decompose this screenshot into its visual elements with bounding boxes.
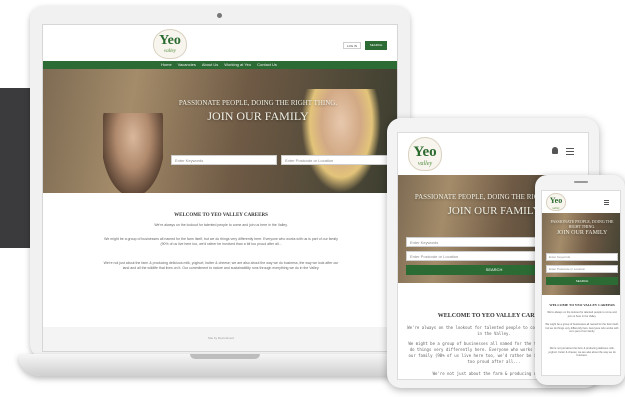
phone-welcome-title: WELCOME TO YEO VALLEY CAREERS [549,303,615,307]
nav-home[interactable]: Home [161,62,172,67]
hero-photo-person-left [103,113,163,193]
phone-location-input[interactable]: Enter Postcode or Location [546,265,618,273]
header-search-button[interactable]: SEARCH [365,41,387,50]
camera-dot [217,13,222,18]
tablet-logo-sub-text: valley [417,161,433,167]
phone-hero-heading: JOIN OUR FAMILY [556,230,608,236]
hero-banner: PASSIONATE PEOPLE, DOING THE RIGHT THING… [43,69,397,193]
tablet-yeo-logo[interactable]: Yeo valley [408,137,442,171]
hero-heading: JOIN OUR FAMILY [207,109,309,123]
hero-tagline: PASSIONATE PEOPLE, DOING THE RIGHT THING… [178,99,338,107]
location-input[interactable]: Enter Postcode or Location [281,155,389,165]
phone-keywords-input[interactable]: Enter Keywords [546,253,618,261]
phone-welcome-paragraph-2: We might be a group of businesses all na… [545,323,619,334]
footer-credit: Site by Recruitment [207,336,235,340]
phone-welcome-paragraph-3: We're not just about the farm & producin… [548,347,616,358]
phone-yeo-logo[interactable]: Yeo valley [546,193,566,211]
phone-menu-icon[interactable] [604,200,609,201]
main-nav: Home Vacancies About Us Working at Yeo C… [43,61,397,69]
laptop-screen: Yeo valley LOG IN SEARCH Home Vacancies … [42,24,398,352]
keywords-input[interactable]: Enter Keywords [171,155,277,165]
yeo-logo[interactable]: Yeo valley [153,29,187,59]
user-icon[interactable] [552,147,558,154]
welcome-paragraph-1: We're always on the lookout for talented… [154,223,288,227]
menu-icon[interactable] [566,148,574,149]
tablet-logo-main-text: Yeo [413,144,437,160]
phone-logo-main-text: Yeo [549,196,563,205]
nav-vacancies[interactable]: Vacancies [178,62,196,67]
phone-header: Yeo valley [542,191,620,213]
site-header: Yeo valley LOG IN SEARCH [43,25,397,61]
phone-search-button[interactable]: SEARCH [546,277,618,285]
phone-speaker [574,181,588,183]
nav-working[interactable]: Working at Yeo [224,62,251,67]
welcome-paragraph-3: We're not just about the farm & producin… [103,261,339,270]
phone-hero-tagline: PASSIONATE PEOPLE, DOING THE RIGHT THING… [550,219,614,229]
laptop-notch [190,354,260,359]
phone-screen: Yeo valley PASSIONATE PEOPLE, DOING THE … [541,190,621,376]
phone-logo-sub-text: valley [552,206,560,210]
welcome-title: WELCOME TO YEO VALLEY CAREERS [174,213,268,218]
phone-hero: PASSIONATE PEOPLE, DOING THE RIGHT THING… [542,213,620,295]
tablet-header: Yeo valley [398,133,588,175]
content-section: WELCOME TO YEO VALLEY CAREERS We're alwa… [43,193,397,351]
nav-contact[interactable]: Contact Us [257,62,277,67]
logo-sub-text: valley [164,49,176,54]
phone-content: WELCOME TO YEO VALLEY CAREERS We're alwa… [542,295,620,375]
welcome-paragraph-2: We might be a group of businesses all na… [104,237,338,246]
nav-about[interactable]: About Us [202,62,218,67]
site-footer: Site by Recruitment [43,327,397,351]
login-button[interactable]: LOG IN [343,42,361,49]
logo-main-text: Yeo [159,33,181,48]
phone-welcome-paragraph-1: We're always on the lookout for talented… [547,311,617,318]
